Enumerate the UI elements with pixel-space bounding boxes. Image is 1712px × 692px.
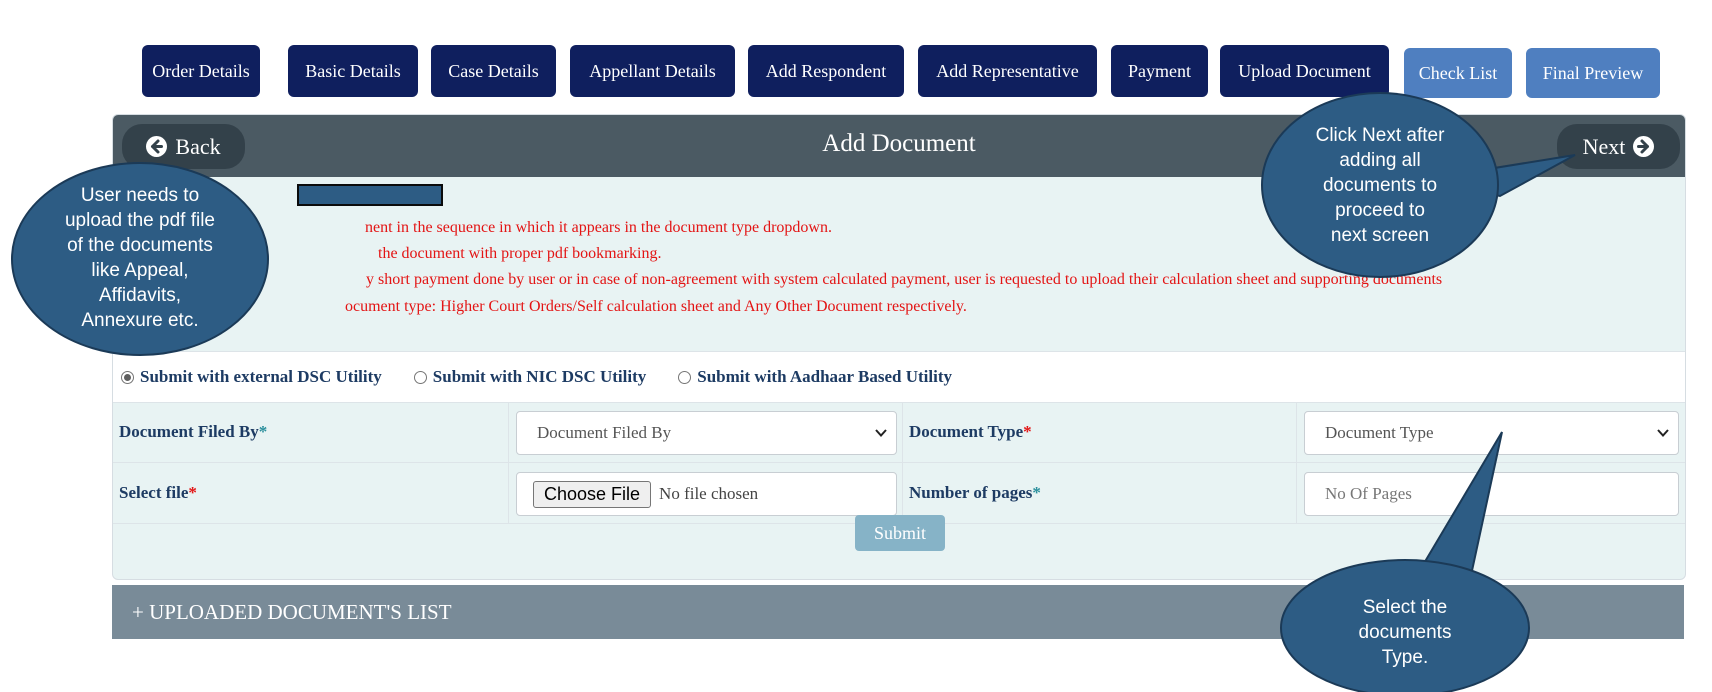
annotation-callouts: [11, 92, 1576, 692]
callout-doc-type-hint: Select the documents Type.: [1358, 597, 1452, 668]
callout-upload-hint: User needs to upload the pdf file of the…: [64, 185, 215, 331]
callout-next-hint: Click Next after adding all documents to…: [1315, 125, 1445, 246]
